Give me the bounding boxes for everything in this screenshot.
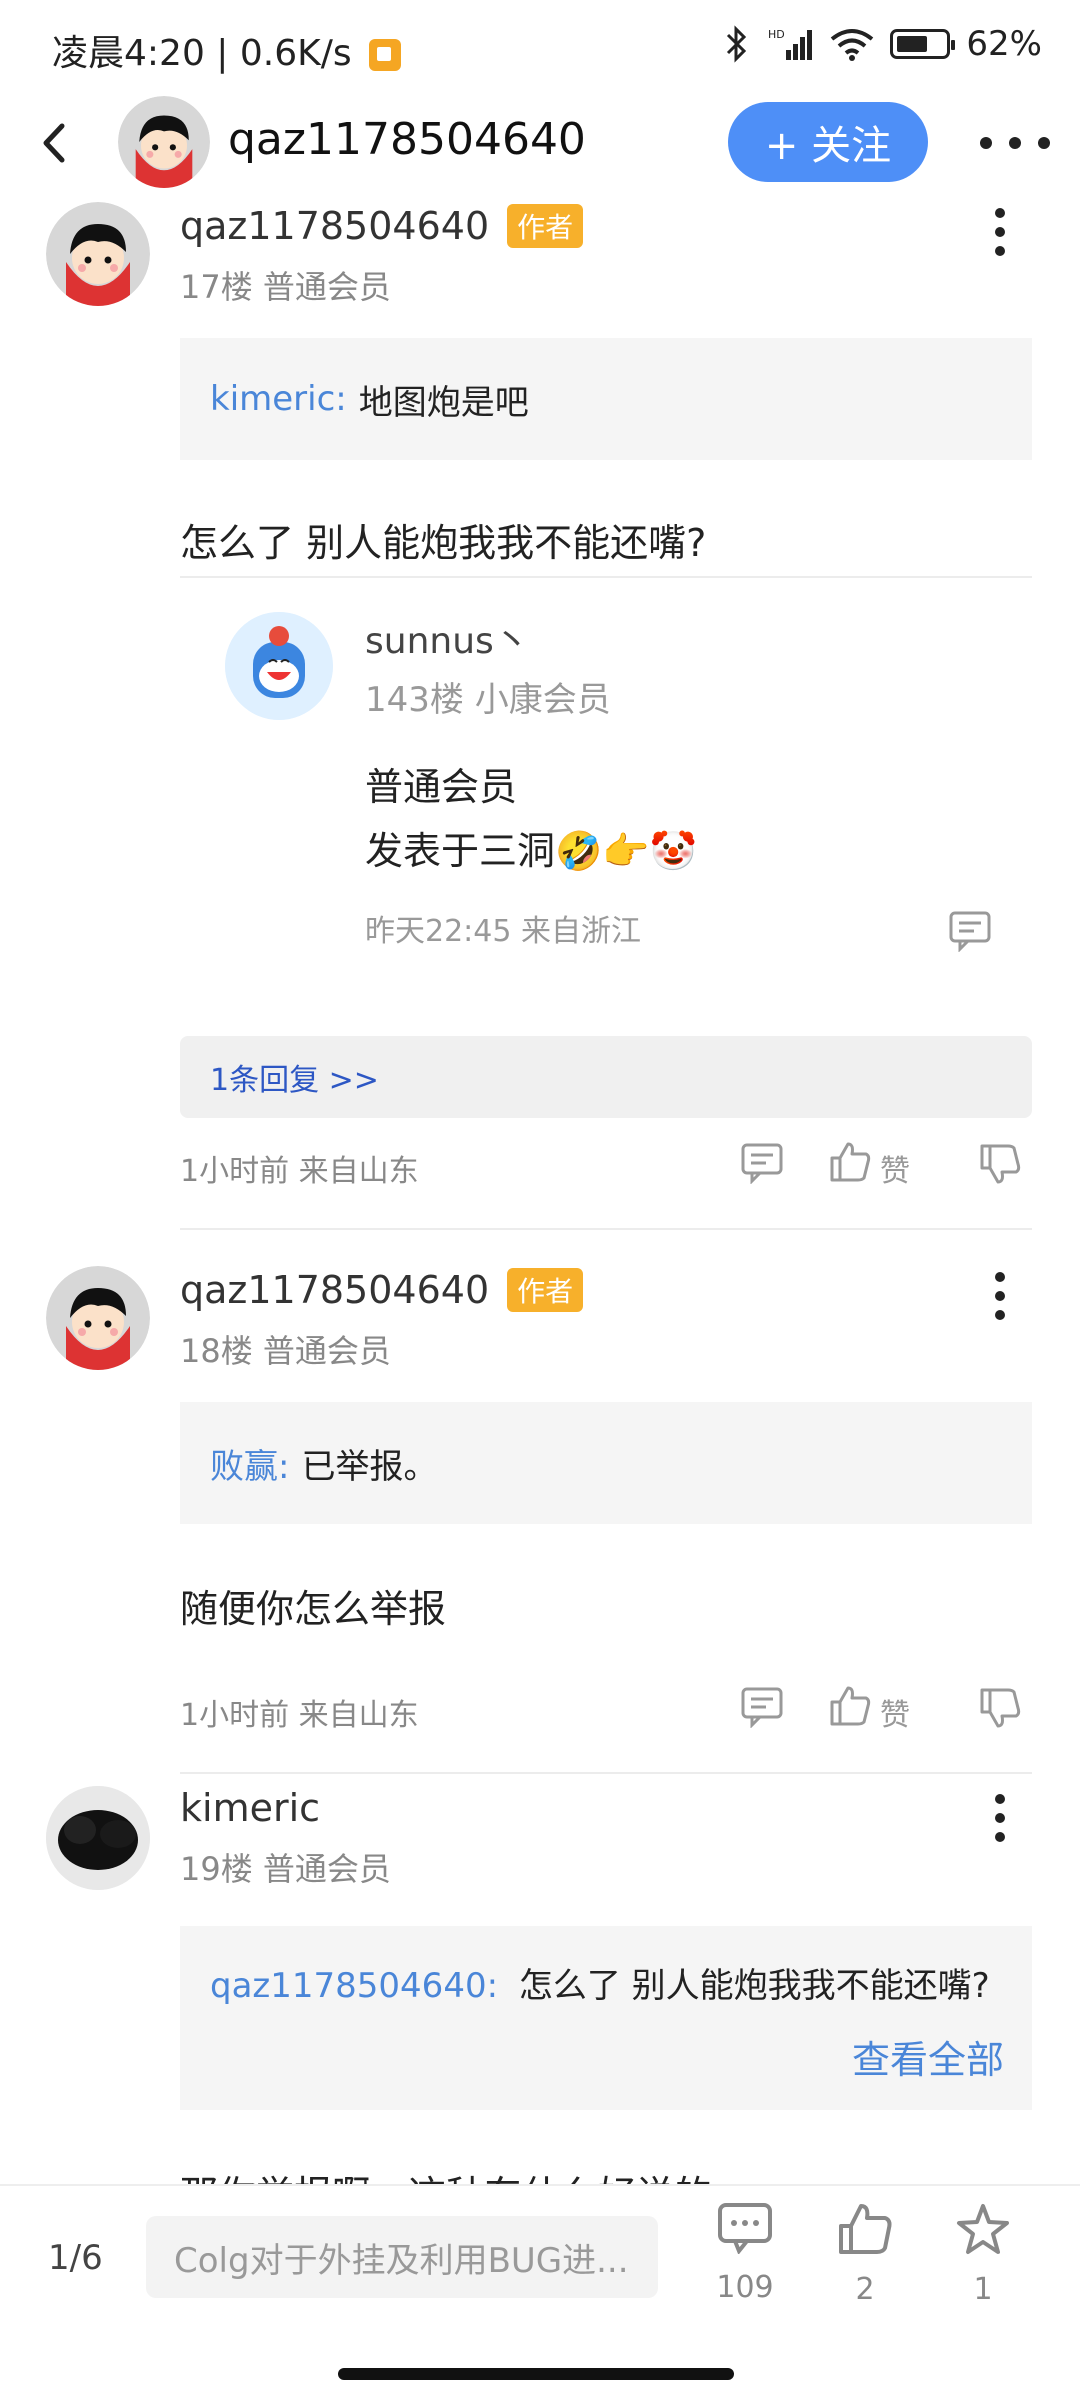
post-body: 随便你怎么举报 — [180, 1587, 447, 1631]
home-indicator[interactable] — [338, 2368, 734, 2380]
dark-fluffy-avatar-icon — [46, 1786, 150, 1890]
like-icon[interactable] — [828, 1684, 872, 1728]
favorites-count: 1 — [973, 2272, 993, 2307]
cartoon-boy-avatar-icon — [118, 96, 210, 188]
likes-button[interactable]: 2 — [820, 2202, 910, 2307]
favorite-button[interactable]: 1 — [938, 2202, 1028, 2307]
like-label[interactable]: 赞 — [880, 1690, 910, 1734]
page-title: qaz1178504640 — [228, 114, 586, 165]
top-bar: qaz1178504640 + 关注 — [0, 92, 1080, 196]
quote-text: 怎么了 别人能炮我我不能还嘴? — [518, 1966, 990, 2006]
view-all-link[interactable]: 查看全部 — [852, 2029, 1004, 2084]
sub-reply-floor-info: 143楼 小康会员 — [365, 680, 611, 720]
divider — [180, 1772, 1032, 1774]
wifi-icon — [831, 29, 874, 61]
cartoon-character-avatar-icon — [225, 612, 333, 720]
sub-reply-username[interactable]: sunnus丶 — [365, 612, 530, 664]
comments-icon — [718, 2203, 772, 2255]
quote-author[interactable]: 败赢: — [210, 1439, 289, 1488]
avatar[interactable] — [46, 202, 150, 306]
battery-percent: 62% — [966, 24, 1042, 64]
battery-icon — [890, 29, 956, 59]
likes-count: 2 — [855, 2272, 875, 2307]
username-text[interactable]: qaz1178504640 — [180, 1268, 489, 1312]
avatar[interactable] — [225, 612, 333, 720]
comment-icon[interactable] — [740, 1142, 784, 1184]
quote-author[interactable]: kimeric: — [210, 379, 347, 419]
username-text[interactable]: kimeric — [180, 1786, 320, 1830]
cartoon-boy-avatar-icon — [46, 1266, 150, 1370]
avatar[interactable] — [118, 96, 210, 188]
post-username[interactable]: qaz1178504640 作者 — [180, 204, 584, 248]
post-actions: 赞 — [740, 1136, 1030, 1196]
divider — [180, 576, 1032, 578]
comment-icon[interactable] — [740, 1686, 784, 1728]
quote-author[interactable]: qaz1178504640: — [210, 1966, 498, 2006]
post-username[interactable]: kimeric — [180, 1786, 320, 1830]
quote-line: qaz1178504640: 怎么了 别人能炮我我不能还嘴? — [210, 1926, 1002, 2007]
signal-icon: HD — [768, 28, 813, 60]
quoted-reply[interactable]: 败赢: 已举报。 — [180, 1402, 1032, 1524]
post-menu-icon[interactable] — [994, 208, 1006, 256]
floor-info: 18楼 普通会员 — [180, 1332, 391, 1370]
like-icon[interactable] — [828, 1140, 872, 1184]
status-left: 凌晨4:20 | 0.6K/s — [52, 24, 402, 76]
more-options-icon[interactable] — [980, 118, 1050, 168]
post-username[interactable]: qaz1178504640 作者 — [180, 1268, 584, 1312]
quote-text: 地图炮是吧 — [358, 382, 529, 423]
author-badge: 作者 — [507, 1268, 584, 1312]
divider — [180, 1228, 1032, 1230]
notification-app-icon — [369, 39, 402, 71]
dislike-icon[interactable] — [978, 1142, 1022, 1186]
comments-button[interactable]: 109 — [700, 2202, 790, 2305]
star-icon — [957, 2204, 1009, 2254]
quoted-reply[interactable]: qaz1178504640: 怎么了 别人能炮我我不能还嘴? 查看全部 — [180, 1926, 1032, 2110]
comments-count: 109 — [716, 2270, 774, 2305]
sub-reply-line2: 发表于三洞🤣👉🤡 — [365, 829, 697, 873]
post-menu-icon[interactable] — [994, 1794, 1006, 1842]
back-icon[interactable] — [36, 118, 76, 168]
post-meta: 1小时前 来自山东 — [180, 1154, 419, 1189]
floor-info: 17楼 普通会员 — [180, 268, 391, 306]
post-body: 怎么了 别人能炮我我不能还嘴? — [180, 521, 707, 565]
network-label: HD — [768, 28, 785, 41]
avatar[interactable] — [46, 1266, 150, 1370]
status-right: HD 62% — [722, 24, 1042, 64]
comment-icon[interactable] — [948, 910, 992, 952]
dislike-icon[interactable] — [978, 1686, 1022, 1730]
quote-text: 已举报。 — [301, 1446, 438, 1487]
status-time-speed: 凌晨4:20 | 0.6K/s — [52, 33, 352, 74]
page-indicator[interactable]: 1/6 — [48, 2238, 103, 2278]
bluetooth-icon — [727, 25, 747, 63]
like-label[interactable]: 赞 — [880, 1146, 910, 1190]
username-text[interactable]: qaz1178504640 — [180, 204, 489, 248]
cartoon-boy-avatar-icon — [46, 202, 150, 306]
sub-reply-meta: 昨天22:45 来自浙江 — [365, 914, 641, 949]
author-badge: 作者 — [507, 204, 584, 248]
view-replies-link[interactable]: 1条回复 >> — [180, 1036, 1032, 1118]
quoted-reply[interactable]: kimeric: 地图炮是吧 — [180, 338, 1032, 460]
post-actions: 赞 — [740, 1680, 1030, 1740]
floor-info: 19楼 普通会员 — [180, 1850, 391, 1888]
sub-reply-line1: 普通会员 — [365, 765, 518, 809]
avatar[interactable] — [46, 1786, 150, 1890]
follow-button[interactable]: + 关注 — [728, 102, 928, 182]
thumbs-up-icon — [839, 2204, 892, 2254]
status-bar: 凌晨4:20 | 0.6K/s HD 62% — [0, 0, 1080, 92]
post-menu-icon[interactable] — [994, 1272, 1006, 1320]
post-meta: 1小时前 来自山东 — [180, 1698, 419, 1733]
reply-input[interactable]: Colg对于外挂及利用BUG进... — [146, 2216, 658, 2298]
